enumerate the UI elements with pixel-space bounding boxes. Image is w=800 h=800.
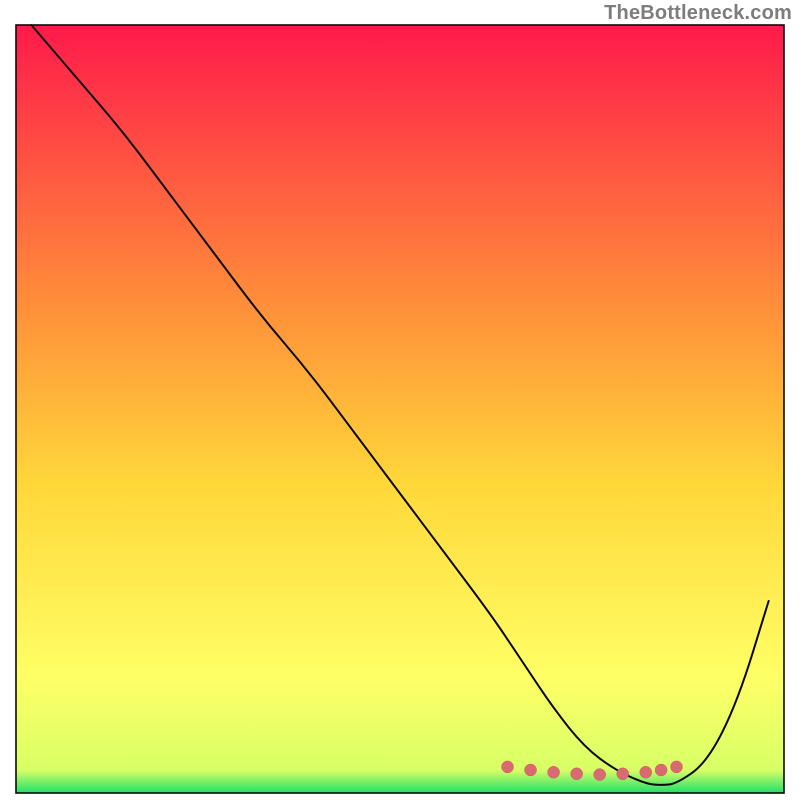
optimal-marker [640,766,652,778]
optimal-marker [548,766,560,778]
optimal-marker [594,769,606,781]
optimal-marker [571,768,583,780]
optimal-marker [655,764,667,776]
bottleneck-chart [15,24,785,794]
optimal-marker [525,764,537,776]
optimal-marker [617,768,629,780]
heat-background [16,25,784,793]
watermark-text: TheBottleneck.com [604,2,792,25]
chart-stage: { "watermark": "TheBottleneck.com", "col… [0,0,800,800]
optimal-marker [670,761,682,773]
optimal-marker [502,761,514,773]
